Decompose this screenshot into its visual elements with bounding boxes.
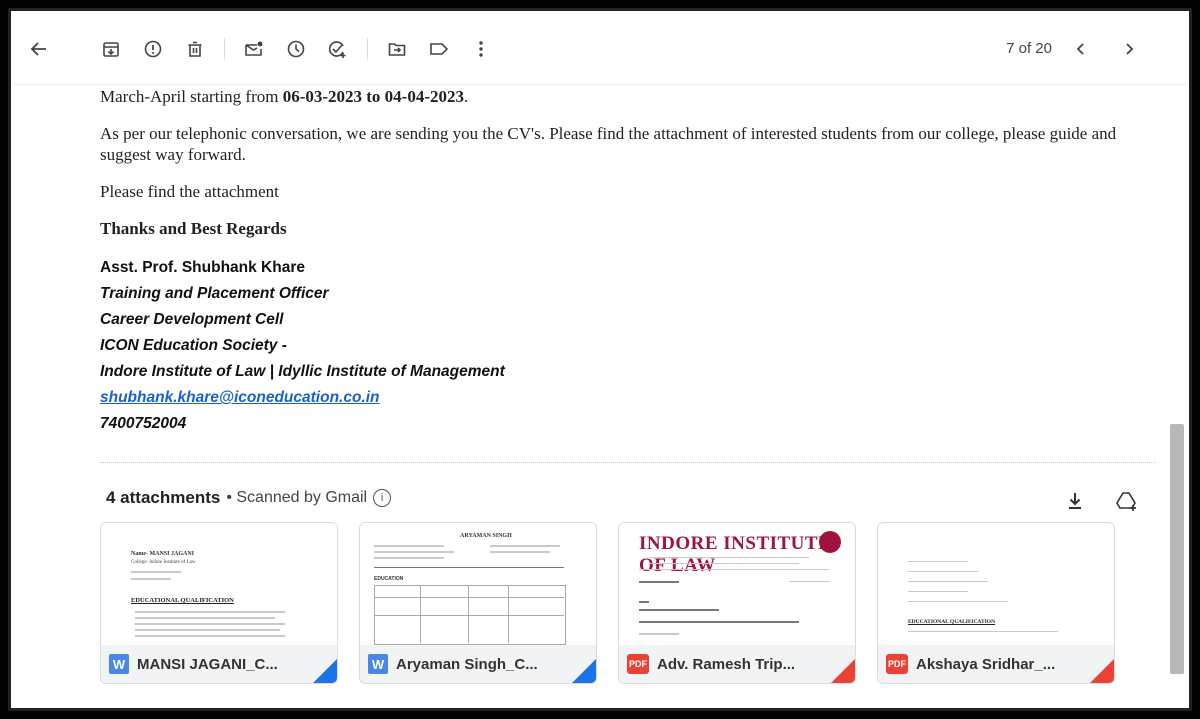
doc-corner-icon: [1090, 659, 1114, 683]
report-spam-icon[interactable]: [132, 28, 174, 70]
toolbar-divider: [224, 38, 225, 60]
body-line-dates: March-April starting from 06-03-2023 to …: [100, 86, 1156, 107]
attachments-count: 4 attachments: [106, 488, 221, 507]
preview-name: ARYAMAN SINGH: [460, 533, 512, 539]
email-signature: Asst. Prof. Shubhank Khare Training and …: [100, 255, 1156, 437]
email-view: 7 of 20 March-April starting from 06-03-…: [14, 14, 1186, 705]
chevron-right-icon[interactable]: [1108, 28, 1150, 70]
more-vert-icon[interactable]: [460, 28, 502, 70]
pdf-icon: PDF: [886, 654, 908, 674]
add-to-drive-icon[interactable]: [1106, 480, 1148, 522]
toolbar-divider: [367, 38, 368, 60]
dates-prefix-text: March-April starting from: [100, 87, 283, 106]
archive-icon[interactable]: [90, 28, 132, 70]
doc-corner-icon: [572, 659, 596, 683]
pdf-icon: PDF: [627, 654, 649, 674]
preview-heading: EDUCATIONAL QUALIFICATION: [131, 597, 234, 604]
attachment-filename: MANSI JAGANI_C...: [137, 655, 278, 673]
attachment-preview: INDORE INSTITUTE OF LAW: [619, 523, 855, 645]
delete-icon[interactable]: [174, 28, 216, 70]
attachment-cards: Name- MANSI JAGANI College: Indore Insti…: [100, 522, 1115, 684]
signature-name: Asst. Prof. Shubhank Khare: [100, 259, 305, 276]
attachment-preview: Name- MANSI JAGANI College: Indore Insti…: [101, 523, 337, 645]
attachments-divider: [100, 462, 1156, 463]
chevron-left-icon[interactable]: [1060, 28, 1102, 70]
attachment-footer: PDF Adv. Ramesh Trip...: [619, 645, 855, 683]
mark-unread-icon[interactable]: [233, 28, 275, 70]
move-to-icon[interactable]: [376, 28, 418, 70]
signature-institutes: Indore Institute of Law | Idyllic Instit…: [100, 363, 505, 380]
word-doc-icon: W: [368, 654, 388, 674]
attachment-card[interactable]: ARYAMAN SINGH EDUCATION W Aryaman Singh_…: [359, 522, 597, 684]
attachment-filename: Akshaya Sridhar_...: [916, 655, 1056, 673]
signature-department: Career Development Cell: [100, 311, 284, 328]
info-icon[interactable]: i: [373, 489, 392, 507]
label-icon[interactable]: [418, 28, 460, 70]
emblem-icon: [819, 531, 841, 553]
screen-frame: 7 of 20 March-April starting from 06-03-…: [8, 8, 1192, 711]
attachment-filename: Aryaman Singh_C...: [396, 655, 538, 673]
email-body: March-April starting from 06-03-2023 to …: [100, 86, 1156, 437]
attachment-preview: EDUCATIONAL QUALIFICATION: [878, 523, 1114, 645]
attachment-footer: W MANSI JAGANI_C...: [101, 645, 337, 683]
preview-college: College: Indore Institute of Law: [131, 560, 196, 565]
preview-name: Name- MANSI JAGANI: [131, 551, 194, 557]
body-paragraph: As per our telephonic conversation, we a…: [100, 124, 1117, 164]
attachment-preview: ARYAMAN SINGH EDUCATION: [360, 523, 596, 645]
signature-title: Training and Placement Officer: [100, 285, 329, 302]
word-doc-icon: W: [109, 654, 129, 674]
dates-suffix-text: .: [464, 87, 469, 106]
arrow-back-icon[interactable]: [18, 28, 60, 70]
dates-range-text: 06-03-2023 to 04-04-2023: [282, 87, 465, 106]
preview-section: EDUCATION: [374, 576, 404, 582]
attachment-card[interactable]: Name- MANSI JAGANI College: Indore Insti…: [100, 522, 338, 684]
signature-phone: 7400752004: [100, 415, 187, 432]
attachment-card[interactable]: INDORE INSTITUTE OF LAW PDF Adv. Ramesh …: [618, 522, 856, 684]
message-position-counter: 7 of 20: [1006, 40, 1052, 57]
attachment-card[interactable]: EDUCATIONAL QUALIFICATION PDF Akshaya Sr…: [877, 522, 1115, 684]
add-task-icon[interactable]: [317, 28, 359, 70]
email-toolbar: 7 of 20: [14, 14, 1186, 85]
scanned-by-gmail-label: • Scanned by Gmail: [226, 489, 368, 506]
signature-organization: ICON Education Society -: [100, 337, 287, 354]
closing-regards: Thanks and Best Regards: [100, 219, 287, 238]
attachment-footer: PDF Akshaya Sridhar_...: [878, 645, 1114, 683]
attachment-filename: Adv. Ramesh Trip...: [657, 655, 796, 673]
snooze-icon[interactable]: [275, 28, 317, 70]
attachments-header: 4 attachments • Scanned by Gmail i: [106, 488, 392, 508]
body-attachment-note: Please find the attachment: [100, 182, 279, 201]
download-all-icon[interactable]: [1054, 480, 1096, 522]
preview-heading: EDUCATIONAL QUALIFICATION: [908, 619, 996, 625]
vertical-scrollbar[interactable]: [1170, 424, 1184, 674]
attachment-footer: W Aryaman Singh_C...: [360, 645, 596, 683]
doc-corner-icon: [831, 659, 855, 683]
doc-corner-icon: [313, 659, 337, 683]
signature-email-link[interactable]: shubhank.khare@iconeducation.co.in: [100, 389, 380, 406]
